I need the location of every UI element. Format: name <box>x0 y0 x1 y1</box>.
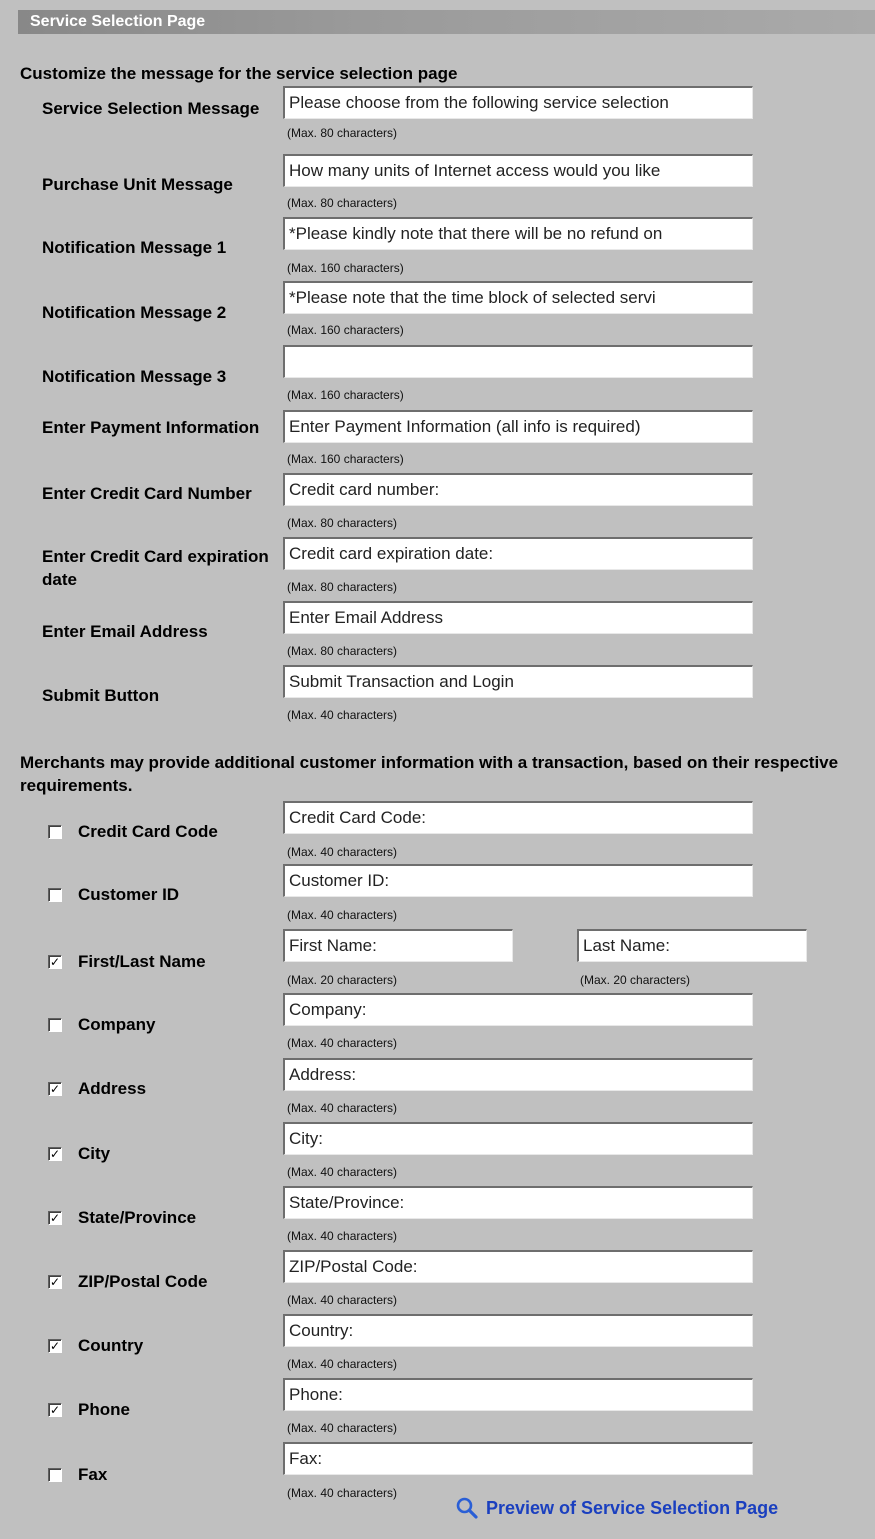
label-notification-message-3: Notification Message 3 <box>42 367 227 386</box>
phone-checkbox[interactable]: ✓ <box>48 1402 62 1417</box>
country-label: Country <box>78 1336 144 1355</box>
company-checkbox[interactable] <box>48 1017 62 1032</box>
label-enter-credit-card-number: Enter Credit Card Number <box>42 484 252 503</box>
fax-field[interactable] <box>283 1442 753 1475</box>
zip-postal-code-label: ZIP/Postal Code <box>78 1272 208 1291</box>
phone-field[interactable] <box>283 1378 753 1411</box>
notification-message-1-field[interactable] <box>283 217 753 250</box>
label-submit-button: Submit Button <box>42 686 160 705</box>
customer-id-label: Customer ID <box>78 885 180 904</box>
hint-phone: (Max. 40 characters) <box>287 1421 398 1435</box>
hint-first-name: (Max. 20 characters) <box>287 973 398 987</box>
label-notification-message-2: Notification Message 2 <box>42 303 227 322</box>
hint-last-name: (Max. 20 characters) <box>580 973 691 987</box>
credit-card-code-option: Credit Card Code <box>48 820 278 843</box>
hint-fax: (Max. 40 characters) <box>287 1486 398 1500</box>
service-selection-message-field[interactable] <box>283 86 753 119</box>
hint-enter-credit-card-expiration-date: (Max. 80 characters) <box>287 580 398 594</box>
preview-link-label: Preview of Service Selection Page <box>486 1497 779 1518</box>
state-province-label: State/Province <box>78 1208 197 1227</box>
first-last-name-checkbox[interactable]: ✓ <box>48 954 62 969</box>
customer-id-checkbox[interactable] <box>48 887 62 902</box>
country-option: ✓ Country <box>48 1334 278 1357</box>
last-name-field[interactable] <box>577 929 807 962</box>
section-heading-customer-info: Merchants may provide additional custome… <box>20 753 839 795</box>
zip-postal-code-field[interactable] <box>283 1250 753 1283</box>
phone-label: Phone <box>78 1400 130 1419</box>
credit-card-code-field[interactable] <box>283 801 753 834</box>
label-purchase-unit-message: Purchase Unit Message <box>42 175 233 194</box>
first-last-name-option: ✓ First/Last Name <box>48 950 278 973</box>
address-field[interactable] <box>283 1058 753 1091</box>
company-option: Company <box>48 1013 278 1036</box>
hint-submit-button: (Max. 40 characters) <box>287 708 398 722</box>
section-heading-messages: Customize the message for the service se… <box>20 64 458 83</box>
page-title: Service Selection Page <box>30 13 206 30</box>
hint-country: (Max. 40 characters) <box>287 1357 398 1371</box>
fax-option: Fax <box>48 1463 278 1486</box>
magnifier-icon <box>456 1497 478 1519</box>
city-option: ✓ City <box>48 1142 278 1165</box>
first-name-field[interactable] <box>283 929 513 962</box>
city-field[interactable] <box>283 1122 753 1155</box>
label-notification-message-1: Notification Message 1 <box>42 238 227 257</box>
fax-label: Fax <box>78 1465 108 1484</box>
enter-credit-card-expiration-field[interactable] <box>283 537 753 570</box>
customer-id-option: Customer ID <box>48 883 278 906</box>
hint-purchase-unit-message: (Max. 80 characters) <box>287 196 398 210</box>
company-field[interactable] <box>283 993 753 1026</box>
city-checkbox[interactable]: ✓ <box>48 1146 62 1161</box>
city-label: City <box>78 1144 111 1163</box>
country-checkbox[interactable]: ✓ <box>48 1338 62 1353</box>
phone-option: ✓ Phone <box>48 1398 278 1421</box>
label-enter-payment-information: Enter Payment Information <box>42 418 260 437</box>
hint-state-province: (Max. 40 characters) <box>287 1229 398 1243</box>
zip-postal-code-checkbox[interactable]: ✓ <box>48 1274 62 1289</box>
hint-credit-card-code: (Max. 40 characters) <box>287 845 398 859</box>
hint-zip-postal-code: (Max. 40 characters) <box>287 1293 398 1307</box>
label-enter-credit-card-expiration-date: Enter Credit Card expiration date <box>42 547 269 589</box>
hint-enter-credit-card-number: (Max. 80 characters) <box>287 516 398 530</box>
state-province-option: ✓ State/Province <box>48 1206 278 1229</box>
company-label: Company <box>78 1015 156 1034</box>
preview-service-selection-link[interactable]: Preview of Service Selection Page <box>455 1492 778 1524</box>
submit-button-text-field[interactable] <box>283 665 753 698</box>
enter-credit-card-number-field[interactable] <box>283 473 753 506</box>
state-province-checkbox[interactable]: ✓ <box>48 1210 62 1225</box>
fax-checkbox[interactable] <box>48 1467 62 1482</box>
hint-service-selection-message: (Max. 80 characters) <box>287 126 398 140</box>
hint-customer-id: (Max. 40 characters) <box>287 908 398 922</box>
address-checkbox[interactable]: ✓ <box>48 1081 62 1096</box>
hint-notification-message-3: (Max. 160 characters) <box>287 388 404 402</box>
hint-address: (Max. 40 characters) <box>287 1101 398 1115</box>
state-province-field[interactable] <box>283 1186 753 1219</box>
address-label: Address <box>78 1079 147 1098</box>
purchase-unit-message-field[interactable] <box>283 154 753 187</box>
zip-postal-code-option: ✓ ZIP/Postal Code <box>48 1270 278 1293</box>
address-option: ✓ Address <box>48 1077 278 1100</box>
label-service-selection-message: Service Selection Message <box>42 99 260 118</box>
hint-company: (Max. 40 characters) <box>287 1036 398 1050</box>
enter-payment-information-field[interactable] <box>283 410 753 443</box>
country-field[interactable] <box>283 1314 753 1347</box>
hint-enter-payment-information: (Max. 160 characters) <box>287 452 404 466</box>
notification-message-2-field[interactable] <box>283 281 753 314</box>
hint-enter-email-address: (Max. 80 characters) <box>287 644 398 658</box>
customer-id-field[interactable] <box>283 864 753 897</box>
label-enter-email-address: Enter Email Address <box>42 622 208 641</box>
page-title-bar: Service Selection Page <box>18 10 875 34</box>
credit-card-code-label: Credit Card Code <box>78 822 218 841</box>
hint-notification-message-2: (Max. 160 characters) <box>287 323 404 337</box>
hint-notification-message-1: (Max. 160 characters) <box>287 261 404 275</box>
hint-city: (Max. 40 characters) <box>287 1165 398 1179</box>
credit-card-code-checkbox[interactable] <box>48 824 62 839</box>
enter-email-address-field[interactable] <box>283 601 753 634</box>
notification-message-3-field[interactable] <box>283 345 753 378</box>
first-last-name-label: First/Last Name <box>78 952 206 971</box>
